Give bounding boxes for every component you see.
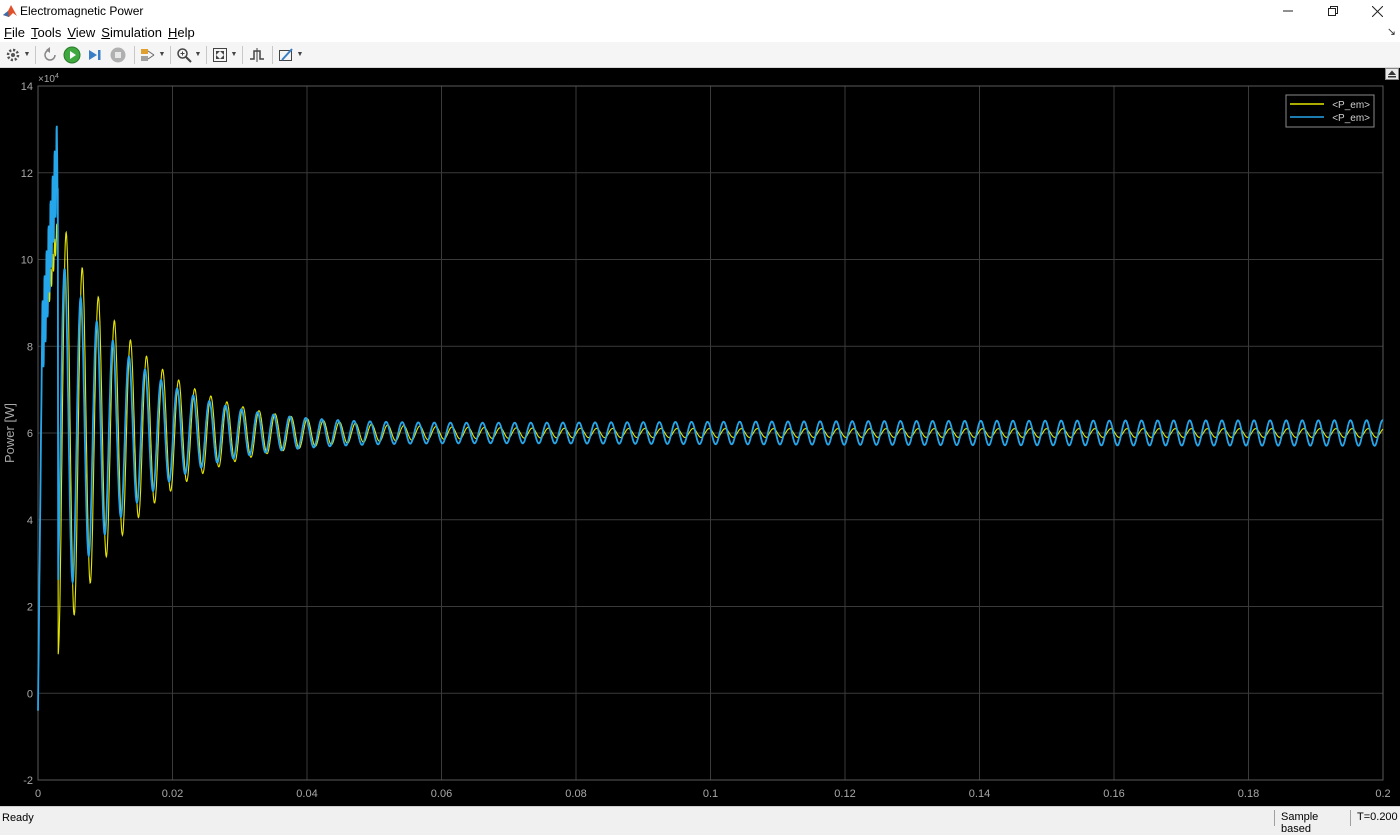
menu-bar: File Tools View Simulation Help ↘ xyxy=(0,22,1400,42)
minimize-button[interactable] xyxy=(1265,0,1310,22)
y-tick-label: 12 xyxy=(21,168,33,180)
settings-button[interactable] xyxy=(4,44,22,66)
stop-button[interactable] xyxy=(107,44,129,66)
y-tick-label: 0 xyxy=(27,688,33,700)
menu-tools[interactable]: Tools xyxy=(31,25,61,40)
settings-icon xyxy=(6,48,20,61)
sample-mode-indicator: Sample based xyxy=(1274,810,1350,835)
y-tick-label: 4 xyxy=(27,515,33,527)
run-icon xyxy=(63,46,81,63)
x-tick-label: 0.12 xyxy=(834,788,855,800)
sim-time-indicator: T=0.200 xyxy=(1350,810,1400,826)
dock-arrow-icon[interactable]: ↘ xyxy=(1387,25,1396,38)
toolbar-separator xyxy=(272,45,273,64)
legend[interactable]: <P_em> <P_em> xyxy=(1285,94,1375,128)
status-text: Ready xyxy=(2,812,34,824)
y-tick-label: -2 xyxy=(23,775,33,787)
highlight-button[interactable] xyxy=(139,44,157,66)
zoom-in-button[interactable] xyxy=(175,44,193,66)
grid xyxy=(37,85,1384,781)
measurements-icon xyxy=(279,47,293,61)
triggers-icon xyxy=(250,47,264,62)
y-axis-label: Power [W] xyxy=(2,403,17,463)
axes: 0 0.02 0.04 0.06 0.08 0.1 0.12 0.14 0.16 0.18 0.2 -… xyxy=(21,81,1391,800)
highlight-dropdown-icon[interactable]: ▼ xyxy=(158,51,166,58)
menu-help[interactable]: Help xyxy=(168,25,195,40)
window-title: Electromagnetic Power xyxy=(20,4,144,18)
zoom-in-icon xyxy=(177,47,192,63)
step-forward-icon xyxy=(89,49,101,60)
fit-to-view-button[interactable] xyxy=(211,44,229,66)
step-back-icon xyxy=(44,46,56,61)
toolbar: ▼ ▼ ▼ ▼ ▼ xyxy=(0,42,1400,68)
x-tick-label: 0.04 xyxy=(296,788,317,800)
status-bar: Ready Sample based T=0.200 xyxy=(0,806,1400,835)
x-tick-label: 0.06 xyxy=(431,788,452,800)
toolbar-separator xyxy=(35,45,36,64)
legend-entry[interactable]: <P_em> xyxy=(1332,100,1370,111)
run-button[interactable] xyxy=(61,44,83,66)
title-bar: Electromagnetic Power xyxy=(0,0,1400,22)
chart-svg[interactable]: 0 0.02 0.04 0.06 0.08 0.1 0.12 0.14 0.16 0.18 0.2 -… xyxy=(0,68,1400,806)
y-axis-exponent-power: 4 xyxy=(55,73,59,80)
toolbar-separator xyxy=(242,45,243,64)
y-tick-label: 14 xyxy=(21,81,33,93)
menu-simulation[interactable]: Simulation xyxy=(101,25,162,40)
y-tick-label: 6 xyxy=(27,428,33,440)
x-tick-label: 0.08 xyxy=(565,788,586,800)
measurements-button[interactable] xyxy=(277,44,295,66)
x-tick-label: 0.2 xyxy=(1375,788,1390,800)
triggers-button[interactable] xyxy=(247,44,267,66)
zoom-dropdown-icon[interactable]: ▼ xyxy=(194,51,202,58)
y-tick-label: 8 xyxy=(27,341,33,353)
scope-plot-area: 0 0.02 0.04 0.06 0.08 0.1 0.12 0.14 0.16 0.18 0.2 -… xyxy=(0,68,1400,806)
y-tick-label: 10 xyxy=(21,255,33,267)
menu-view[interactable]: View xyxy=(67,25,95,40)
highlight-icon xyxy=(141,48,155,61)
minimize-icon xyxy=(1282,10,1293,12)
fit-dropdown-icon[interactable]: ▼ xyxy=(230,51,238,58)
x-tick-label: 0.02 xyxy=(162,788,183,800)
restore-button[interactable] xyxy=(1310,0,1355,22)
settings-dropdown-icon[interactable]: ▼ xyxy=(23,51,31,58)
close-icon xyxy=(1372,5,1383,17)
restore-icon xyxy=(1327,6,1338,16)
x-tick-label: 0.1 xyxy=(703,788,718,800)
step-back-button[interactable] xyxy=(40,44,60,66)
y-tick-label: 2 xyxy=(27,602,33,614)
x-tick-label: 0.14 xyxy=(969,788,990,800)
stop-icon xyxy=(110,47,126,62)
menu-file[interactable]: File xyxy=(4,25,25,40)
undock-legend-icon[interactable] xyxy=(1385,68,1399,80)
legend-entry[interactable]: <P_em> xyxy=(1332,113,1370,124)
close-button[interactable] xyxy=(1355,0,1400,22)
toolbar-separator xyxy=(170,45,171,64)
x-tick-label: 0.18 xyxy=(1238,788,1259,800)
y-axis-exponent: ×104 xyxy=(38,73,59,85)
x-tick-label: 0.16 xyxy=(1103,788,1124,800)
toolbar-separator xyxy=(206,45,207,64)
x-tick-label: 0 xyxy=(35,788,41,800)
toolbar-separator xyxy=(134,45,135,64)
y-axis-exponent-base: ×10 xyxy=(38,74,55,85)
step-forward-button[interactable] xyxy=(84,44,106,66)
matlab-app-icon xyxy=(3,5,17,17)
fit-to-view-icon xyxy=(213,47,227,62)
measurements-dropdown-icon[interactable]: ▼ xyxy=(296,51,304,58)
